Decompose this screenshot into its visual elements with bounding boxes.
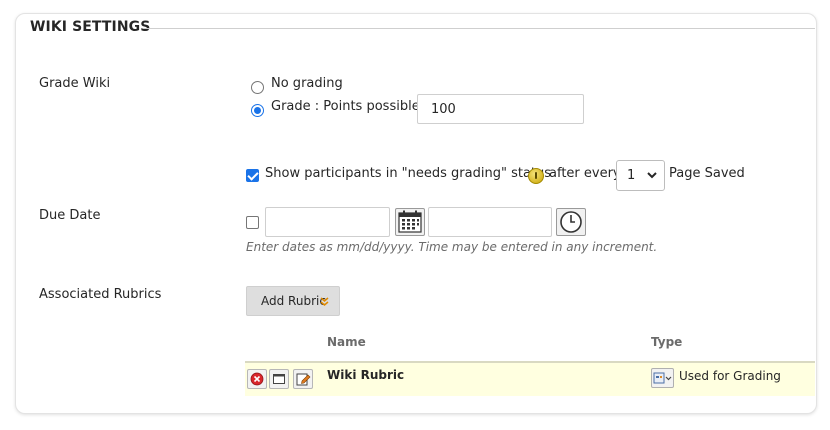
after-every-text: after every [549, 166, 621, 181]
section-title: WIKI SETTINGS [30, 19, 151, 35]
page-count-value: 1 [627, 168, 636, 183]
clock-icon [560, 211, 582, 233]
calendar-button[interactable] [395, 208, 425, 236]
column-header-name: Name [327, 335, 366, 349]
associated-rubrics-label: Associated Rubrics [39, 287, 162, 302]
due-date-input[interactable] [265, 207, 390, 237]
page-saved-text: Page Saved [669, 166, 745, 181]
remove-rubric-button[interactable] [247, 369, 267, 389]
info-icon [528, 168, 544, 184]
grade-wiki-label: Grade Wiki [39, 76, 111, 91]
due-time-input[interactable] [428, 207, 552, 237]
points-possible-radio[interactable] [251, 104, 264, 117]
date-format-hint: Enter dates as mm/dd/yyyy. Time may be e… [246, 240, 658, 254]
points-possible-label: Grade : Points possible : [271, 99, 429, 114]
add-rubric-label: Add Rubric [261, 294, 326, 308]
double-chevron-down-icon [320, 297, 329, 306]
view-icon [273, 374, 285, 384]
view-rubric-button[interactable] [269, 369, 289, 389]
page-count-select[interactable]: 1 [616, 160, 665, 191]
calendar-icon [398, 210, 422, 233]
remove-icon [250, 372, 264, 386]
due-date-checkbox[interactable] [246, 216, 259, 229]
add-rubric-button[interactable]: Add Rubric [246, 286, 340, 316]
column-header-type: Type [651, 335, 683, 349]
due-date-label: Due Date [39, 208, 101, 223]
edit-rubric-button[interactable] [293, 369, 313, 389]
points-possible-input[interactable]: 100 [417, 94, 584, 124]
no-grading-radio[interactable] [251, 81, 264, 94]
rubric-name[interactable]: Wiki Rubric [327, 368, 404, 382]
section-divider [143, 28, 815, 29]
rubric-type-menu[interactable] [651, 368, 674, 388]
needs-grading-text: Show participants in "needs grading" sta… [265, 166, 552, 181]
no-grading-label: No grading [271, 76, 343, 91]
rubric-type: Used for Grading [679, 369, 781, 383]
clock-button[interactable] [556, 208, 586, 236]
chevron-down-icon [647, 172, 657, 179]
rubric-type-icon [653, 372, 672, 384]
needs-grading-checkbox[interactable] [246, 169, 259, 182]
edit-icon [296, 373, 311, 386]
